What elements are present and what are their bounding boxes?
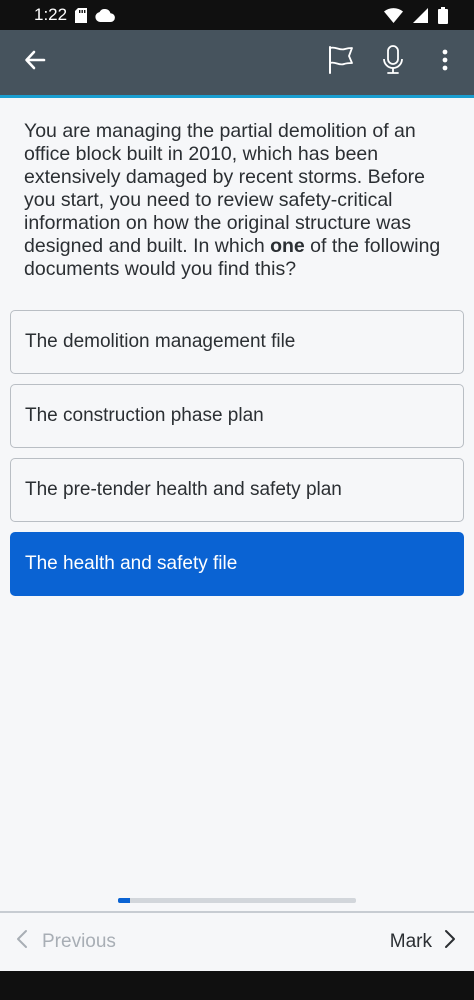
app-bar — [0, 30, 474, 98]
more-options-button[interactable] — [430, 43, 460, 83]
answer-label: The health and safety file — [25, 553, 238, 574]
back-button[interactable] — [20, 43, 50, 83]
answer-label: The construction phase plan — [25, 405, 264, 426]
arrow-left-icon — [23, 48, 47, 77]
mark-button[interactable]: Mark — [390, 929, 456, 955]
mark-label: Mark — [389, 931, 432, 952]
answer-option-3[interactable]: The pre-tender health and safety plan — [10, 458, 464, 522]
status-right — [384, 6, 448, 24]
status-bar: 1:22 — [0, 0, 474, 30]
progress-bar — [118, 898, 356, 903]
flag-button[interactable] — [326, 43, 356, 83]
signal-icon — [413, 7, 428, 23]
battery-icon — [438, 6, 448, 24]
microphone-icon — [382, 45, 404, 80]
answer-option-1[interactable]: The demolition management file — [10, 310, 464, 374]
flag-icon — [327, 45, 355, 80]
phone-screen: 1:22 You are managing the partial demoli… — [0, 0, 474, 1000]
microphone-button[interactable] — [378, 43, 408, 83]
answer-label: The pre-tender health and safety plan — [25, 479, 342, 500]
answer-option-4[interactable]: The health and safety file — [10, 532, 464, 596]
question-text: You are managing the partial demolition … — [24, 120, 452, 281]
previous-button[interactable]: Previous — [16, 929, 116, 955]
chevron-right-icon — [444, 929, 456, 955]
chevron-left-icon — [16, 929, 28, 955]
more-vertical-icon — [442, 49, 448, 76]
answer-option-2[interactable]: The construction phase plan — [10, 384, 464, 448]
system-nav-bar — [0, 971, 474, 1000]
answer-list: The demolition management file The const… — [10, 310, 464, 606]
sd-card-icon — [75, 7, 88, 23]
previous-label: Previous — [42, 931, 116, 952]
bottom-nav: Previous Mark — [0, 913, 474, 971]
question-emphasis: one — [270, 235, 305, 257]
status-left: 1:22 — [34, 5, 115, 25]
status-time: 1:22 — [34, 5, 68, 24]
answer-label: The demolition management file — [25, 331, 296, 352]
app-bar-actions — [326, 43, 460, 83]
wifi-icon — [384, 7, 403, 23]
cloud-icon — [95, 8, 115, 22]
progress-fill — [118, 898, 130, 903]
